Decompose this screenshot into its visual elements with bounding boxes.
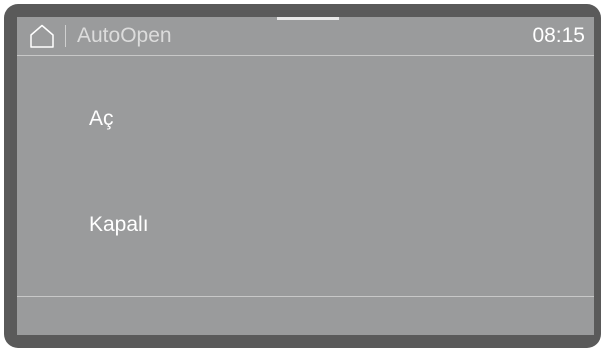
display-screen: AutoOpen 08:15 Aç Kapalı [17, 17, 594, 335]
header-separator [65, 25, 66, 47]
option-open[interactable]: Aç [89, 107, 114, 131]
header-divider [17, 55, 594, 56]
footer-divider [17, 296, 594, 297]
option-off[interactable]: Kapalı [89, 213, 149, 237]
home-icon[interactable] [29, 24, 55, 48]
clock: 08:15 [532, 24, 585, 47]
header-bar: AutoOpen 08:15 [17, 17, 594, 55]
page-title: AutoOpen [77, 24, 172, 47]
